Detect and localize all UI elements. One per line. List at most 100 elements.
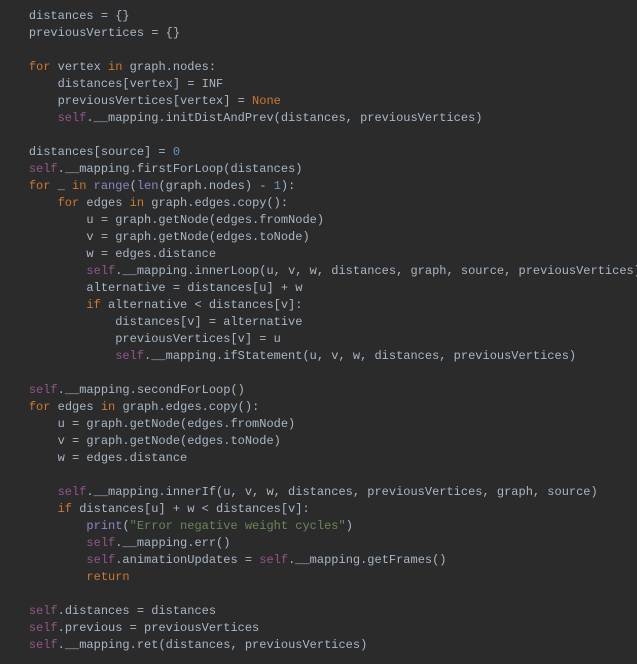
code-token: graph.edges.copy(): — [151, 196, 288, 210]
code-token: None — [252, 94, 281, 108]
code-token: .__mapping.err() — [115, 536, 230, 550]
code-line: v = graph.getNode(edges.toNode) — [0, 229, 637, 246]
code-line: distances = {} — [0, 8, 637, 25]
code-line: previousVertices = {} — [0, 25, 637, 42]
code-line: previousVertices[vertex] = None — [0, 93, 637, 110]
code-token: distances[v] = alternative — [115, 315, 302, 329]
code-line: for edges in graph.edges.copy(): — [0, 399, 637, 416]
code-token: in — [130, 196, 152, 210]
code-token: "Error negative weight cycles" — [130, 519, 346, 533]
code-token: .__mapping.innerIf(u, v, w, distances, p… — [86, 485, 597, 499]
code-token: v = graph.getNode(edges.toNode) — [86, 230, 309, 244]
code-line: distances[vertex] = INF — [0, 76, 637, 93]
code-line — [0, 365, 637, 382]
code-token: 0 — [173, 145, 180, 159]
code-token: _ — [58, 179, 72, 193]
code-line: print("Error negative weight cycles") — [0, 518, 637, 535]
code-token: return — [86, 570, 129, 584]
code-line: return — [0, 569, 637, 586]
code-token: self — [86, 536, 115, 550]
code-line: alternative = distances[u] + w — [0, 280, 637, 297]
code-line: self.__mapping.ifStatement(u, v, w, dist… — [0, 348, 637, 365]
code-token: (graph.nodes) - — [158, 179, 273, 193]
code-token: for — [29, 60, 58, 74]
code-token: .previous = previousVertices — [58, 621, 260, 635]
code-line: w = edges.distance — [0, 246, 637, 263]
code-token: self — [29, 604, 58, 618]
code-token: .__mapping.getFrames() — [288, 553, 446, 567]
code-token: v = graph.getNode(edges.toNode) — [58, 434, 281, 448]
code-token: vertex — [58, 60, 108, 74]
code-token: distances[u] + w < distances[v]: — [79, 502, 309, 516]
code-token: w = edges.distance — [58, 451, 188, 465]
code-token: .distances = distances — [58, 604, 216, 618]
code-token: self — [29, 162, 58, 176]
code-token: range — [94, 179, 130, 193]
code-line: previousVertices[v] = u — [0, 331, 637, 348]
code-line: for vertex in graph.nodes: — [0, 59, 637, 76]
code-line: v = graph.getNode(edges.toNode) — [0, 433, 637, 450]
code-token: u = graph.getNode(edges.fromNode) — [58, 417, 296, 431]
code-token: in — [101, 400, 123, 414]
code-token: u = graph.getNode(edges.fromNode) — [86, 213, 324, 227]
code-line: for _ in range(len(graph.nodes) - 1): — [0, 178, 637, 195]
code-line: distances[v] = alternative — [0, 314, 637, 331]
code-token: .__mapping.innerLoop(u, v, w, distances,… — [115, 264, 637, 278]
code-token: ) — [346, 519, 353, 533]
code-token: self — [259, 553, 288, 567]
code-line: self.__mapping.firstForLoop(distances) — [0, 161, 637, 178]
code-line: self.__mapping.err() — [0, 535, 637, 552]
code-line: self.__mapping.ret(distances, previousVe… — [0, 637, 637, 654]
code-token: distances[source] = — [29, 145, 173, 159]
code-token: edges — [86, 196, 129, 210]
code-token: in — [108, 60, 130, 74]
code-token: alternative = distances[u] + w — [86, 281, 302, 295]
code-token: distances = {} — [29, 9, 130, 23]
code-token: ): — [281, 179, 295, 193]
code-token: for — [58, 196, 87, 210]
code-token: ( — [122, 519, 129, 533]
code-token: len — [137, 179, 159, 193]
code-line: self.animationUpdates = self.__mapping.g… — [0, 552, 637, 569]
code-token: ( — [130, 179, 137, 193]
code-token: edges — [58, 400, 101, 414]
code-token: self — [29, 621, 58, 635]
code-token: if — [58, 502, 80, 516]
code-line: self.__mapping.initDistAndPrev(distances… — [0, 110, 637, 127]
code-token: 1 — [274, 179, 281, 193]
code-token: .__mapping.secondForLoop() — [58, 383, 245, 397]
code-line: for edges in graph.edges.copy(): — [0, 195, 637, 212]
code-line: distances[source] = 0 — [0, 144, 637, 161]
code-line: w = edges.distance — [0, 450, 637, 467]
code-block: distances = {} previousVertices = {} for… — [0, 0, 637, 654]
code-line — [0, 467, 637, 484]
code-token: if — [86, 298, 108, 312]
code-line: if distances[u] + w < distances[v]: — [0, 501, 637, 518]
code-token: previousVertices = {} — [29, 26, 180, 40]
code-token: self — [58, 111, 87, 125]
code-token: self — [29, 638, 58, 652]
code-line: self.previous = previousVertices — [0, 620, 637, 637]
code-line — [0, 586, 637, 603]
code-token: print — [86, 519, 122, 533]
code-token: self — [58, 485, 87, 499]
code-line — [0, 127, 637, 144]
code-line — [0, 42, 637, 59]
code-line: u = graph.getNode(edges.fromNode) — [0, 212, 637, 229]
code-token: w = edges.distance — [86, 247, 216, 261]
code-token: previousVertices[v] = u — [115, 332, 281, 346]
code-token: .__mapping.ifStatement(u, v, w, distance… — [144, 349, 576, 363]
code-token: self — [86, 553, 115, 567]
code-token: graph.nodes: — [130, 60, 216, 74]
code-token: .__mapping.ret(distances, previousVertic… — [58, 638, 368, 652]
code-token: alternative < distances[v]: — [108, 298, 302, 312]
code-token: for — [29, 400, 58, 414]
code-line: if alternative < distances[v]: — [0, 297, 637, 314]
code-line: self.__mapping.innerIf(u, v, w, distance… — [0, 484, 637, 501]
code-line: self.__mapping.innerLoop(u, v, w, distan… — [0, 263, 637, 280]
code-token: .animationUpdates = — [115, 553, 259, 567]
code-token: graph.edges.copy(): — [122, 400, 259, 414]
code-token: .__mapping.initDistAndPrev(distances, pr… — [86, 111, 482, 125]
code-token: self — [29, 383, 58, 397]
code-token: distances[vertex] = INF — [58, 77, 224, 91]
